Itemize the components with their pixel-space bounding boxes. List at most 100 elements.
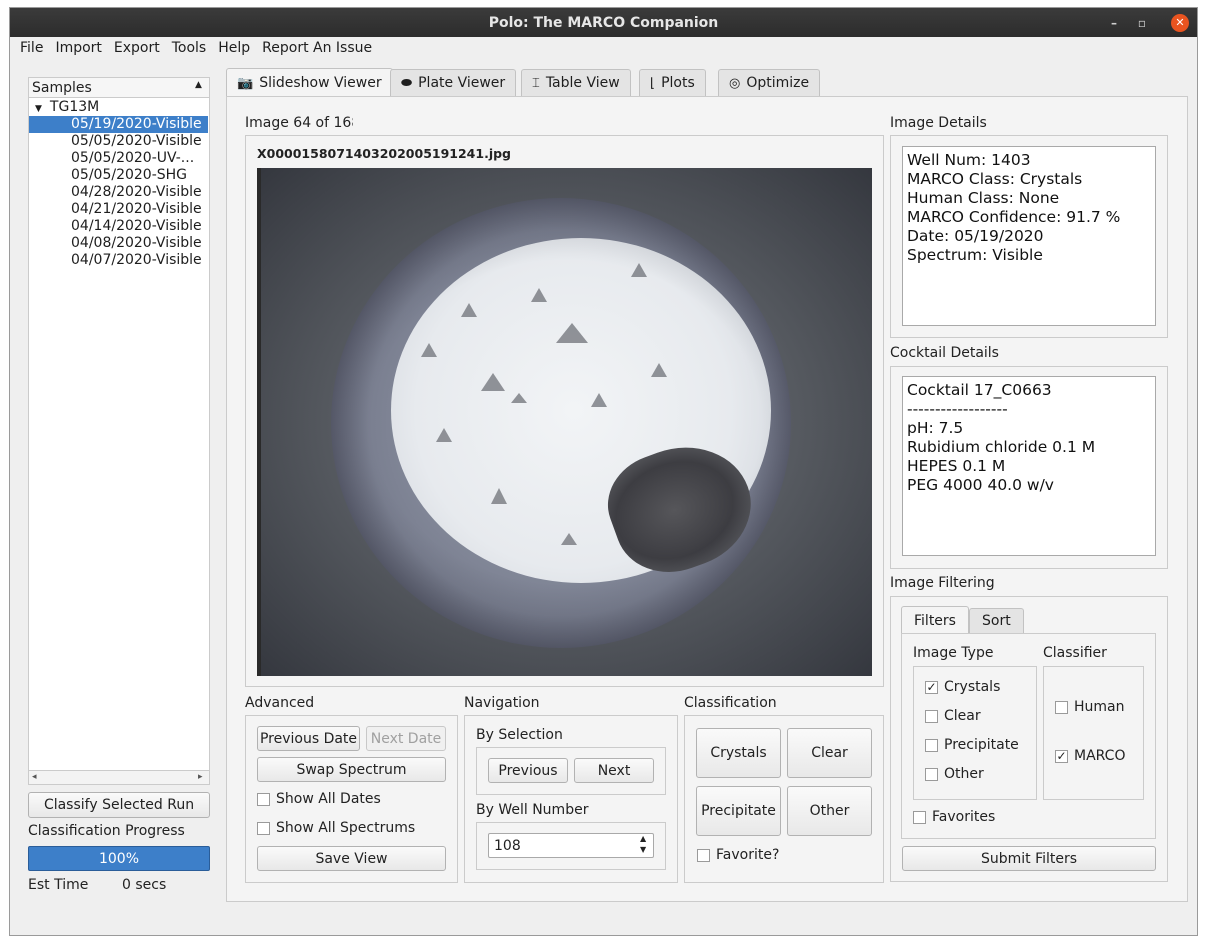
progress-text: 100% bbox=[98, 850, 140, 867]
favorites-filter-label: Favorites bbox=[932, 809, 996, 825]
sort-arrow-icon: ▲ bbox=[195, 80, 202, 90]
precipitate-filter-label: Precipitate bbox=[944, 737, 1019, 753]
window-title: Polo: The MARCO Companion bbox=[488, 14, 719, 31]
tree-run-item[interactable]: 04/21/2020-Visible bbox=[29, 201, 208, 218]
samples-header[interactable]: Samples ▲ bbox=[29, 78, 209, 98]
well-image bbox=[257, 168, 872, 676]
show-all-spectrums-checkbox[interactable] bbox=[257, 822, 270, 835]
tab-plots[interactable]: ⌊ Plots bbox=[639, 69, 706, 96]
classification-progress-bar: 100% bbox=[28, 846, 210, 871]
classify-precipitate-button[interactable]: Precipitate bbox=[696, 786, 781, 836]
previous-image-button[interactable]: Previous bbox=[488, 758, 568, 783]
menu-bar: File Import Export Tools Help Report An … bbox=[10, 37, 1197, 59]
human-classifier-checkbox[interactable] bbox=[1055, 701, 1068, 714]
image-details-box: Well Num: 1403 MARCO Class: Crystals Hum… bbox=[902, 146, 1156, 326]
image-counter: Image 64 of 168 bbox=[245, 115, 353, 131]
tab-label: Plate Viewer bbox=[418, 75, 506, 91]
image-vignette bbox=[261, 168, 872, 676]
spin-up-icon[interactable]: ▲ bbox=[640, 834, 646, 843]
tree-run-item[interactable]: 05/19/2020-Visible bbox=[29, 116, 208, 133]
cocktail-details-text: Cocktail 17_C0663 ------------------ pH:… bbox=[907, 381, 1096, 494]
tab-sort[interactable]: Sort bbox=[969, 608, 1024, 633]
crystals-filter-checkbox[interactable]: ✓ bbox=[925, 681, 938, 694]
samples-tree[interactable]: Samples ▲ ▼ TG13M 05/19/2020-Visible 05/0… bbox=[28, 77, 210, 785]
chart-icon: ⌊ bbox=[650, 75, 656, 91]
navigation-title: Navigation bbox=[464, 695, 540, 711]
expand-arrow-icon[interactable]: ▼ bbox=[35, 104, 42, 114]
scroll-left-icon[interactable]: ◂ bbox=[32, 772, 37, 782]
other-filter-label: Other bbox=[944, 766, 984, 782]
table-icon: ⌶ bbox=[532, 75, 540, 91]
tab-label: Table View bbox=[545, 75, 620, 91]
crystals-filter-label: Crystals bbox=[944, 679, 1001, 695]
camera-icon: 📷 bbox=[237, 75, 254, 91]
other-filter-checkbox[interactable] bbox=[925, 768, 938, 781]
submit-filters-button[interactable]: Submit Filters bbox=[902, 846, 1156, 871]
classify-run-button[interactable]: Classify Selected Run bbox=[28, 792, 210, 818]
tree-run-item[interactable]: 05/05/2020-UV-... bbox=[29, 150, 208, 167]
eye-icon: ⬬ bbox=[401, 75, 413, 91]
tab-table-view[interactable]: ⌶ Table View bbox=[521, 69, 631, 96]
well-number-value[interactable]: 108 bbox=[494, 838, 521, 854]
tree-root-label: TG13M bbox=[49, 99, 100, 115]
well-number-spinbox[interactable]: 108 ▲ ▼ bbox=[488, 833, 654, 858]
save-view-button[interactable]: Save View bbox=[257, 846, 446, 871]
tree-run-item[interactable]: 05/05/2020-Visible bbox=[29, 133, 208, 150]
progress-label: Classification Progress bbox=[28, 823, 185, 839]
maximize-icon[interactable]: ▫ bbox=[1133, 14, 1151, 32]
image-details-title: Image Details bbox=[890, 115, 987, 131]
tree-run-item[interactable]: 04/14/2020-Visible bbox=[29, 218, 208, 235]
tab-filters[interactable]: Filters bbox=[901, 606, 969, 634]
menu-help[interactable]: Help bbox=[212, 40, 256, 56]
image-filtering-title: Image Filtering bbox=[890, 575, 995, 591]
tree-run-item[interactable]: 04/07/2020-Visible bbox=[29, 252, 208, 269]
tab-label: Slideshow Viewer bbox=[259, 75, 382, 91]
next-image-button[interactable]: Next bbox=[574, 758, 654, 783]
precipitate-filter-checkbox[interactable] bbox=[925, 739, 938, 752]
favorite-label: Favorite? bbox=[716, 847, 780, 863]
tree-run-item[interactable]: 04/08/2020-Visible bbox=[29, 235, 208, 252]
favorites-filter-checkbox[interactable] bbox=[913, 811, 926, 824]
tab-sort-label: Sort bbox=[982, 613, 1011, 629]
cocktail-details-title: Cocktail Details bbox=[890, 345, 999, 361]
marco-classifier-checkbox[interactable]: ✓ bbox=[1055, 750, 1068, 763]
title-bar: Polo: The MARCO Companion – ▫ ✕ bbox=[10, 8, 1197, 37]
menu-tools[interactable]: Tools bbox=[166, 40, 213, 56]
tab-filters-label: Filters bbox=[914, 612, 956, 629]
menu-file[interactable]: File bbox=[14, 40, 49, 56]
tab-label: Optimize bbox=[746, 75, 810, 91]
tab-plate-viewer[interactable]: ⬬ Plate Viewer bbox=[390, 69, 517, 96]
clear-filter-checkbox[interactable] bbox=[925, 710, 938, 723]
marco-classifier-label: MARCO bbox=[1074, 748, 1126, 764]
image-details-text: Well Num: 1403 MARCO Class: Crystals Hum… bbox=[907, 151, 1121, 264]
tab-optimize[interactable]: ◎ Optimize bbox=[718, 69, 821, 96]
previous-date-button[interactable]: Previous Date bbox=[257, 726, 360, 751]
classifier-label: Classifier bbox=[1043, 645, 1107, 661]
tree-run-item[interactable]: 05/05/2020-SHG bbox=[29, 167, 208, 184]
spin-down-icon[interactable]: ▼ bbox=[640, 845, 646, 854]
show-all-spectrums-label: Show All Spectrums bbox=[276, 820, 416, 836]
clear-filter-label: Clear bbox=[944, 708, 981, 724]
tree-root[interactable]: ▼ TG13M bbox=[29, 99, 208, 116]
next-date-button[interactable]: Next Date bbox=[366, 726, 446, 751]
close-icon[interactable]: ✕ bbox=[1171, 14, 1189, 32]
minimize-icon[interactable]: – bbox=[1105, 14, 1123, 32]
image-filename: X0000158071403202005191241.jpg bbox=[257, 146, 512, 161]
favorite-checkbox[interactable] bbox=[697, 849, 710, 862]
scroll-right-icon[interactable]: ▸ bbox=[198, 772, 203, 782]
classifier-group bbox=[1043, 666, 1144, 800]
show-all-dates-label: Show All Dates bbox=[276, 791, 381, 807]
menu-export[interactable]: Export bbox=[108, 40, 166, 56]
classify-other-button[interactable]: Other bbox=[787, 786, 872, 836]
swap-spectrum-button[interactable]: Swap Spectrum bbox=[257, 757, 446, 782]
tab-label: Plots bbox=[661, 75, 695, 91]
tab-slideshow-viewer[interactable]: 📷 Slideshow Viewer bbox=[226, 68, 393, 97]
menu-report-issue[interactable]: Report An Issue bbox=[256, 40, 378, 56]
tree-run-item[interactable]: 04/28/2020-Visible bbox=[29, 184, 208, 201]
menu-import[interactable]: Import bbox=[49, 40, 107, 56]
classify-clear-button[interactable]: Clear bbox=[787, 728, 872, 778]
by-well-number-label: By Well Number bbox=[476, 802, 589, 818]
horizontal-scrollbar[interactable]: ◂ ▸ bbox=[29, 770, 209, 784]
show-all-dates-checkbox[interactable] bbox=[257, 793, 270, 806]
classify-crystals-button[interactable]: Crystals bbox=[696, 728, 781, 778]
